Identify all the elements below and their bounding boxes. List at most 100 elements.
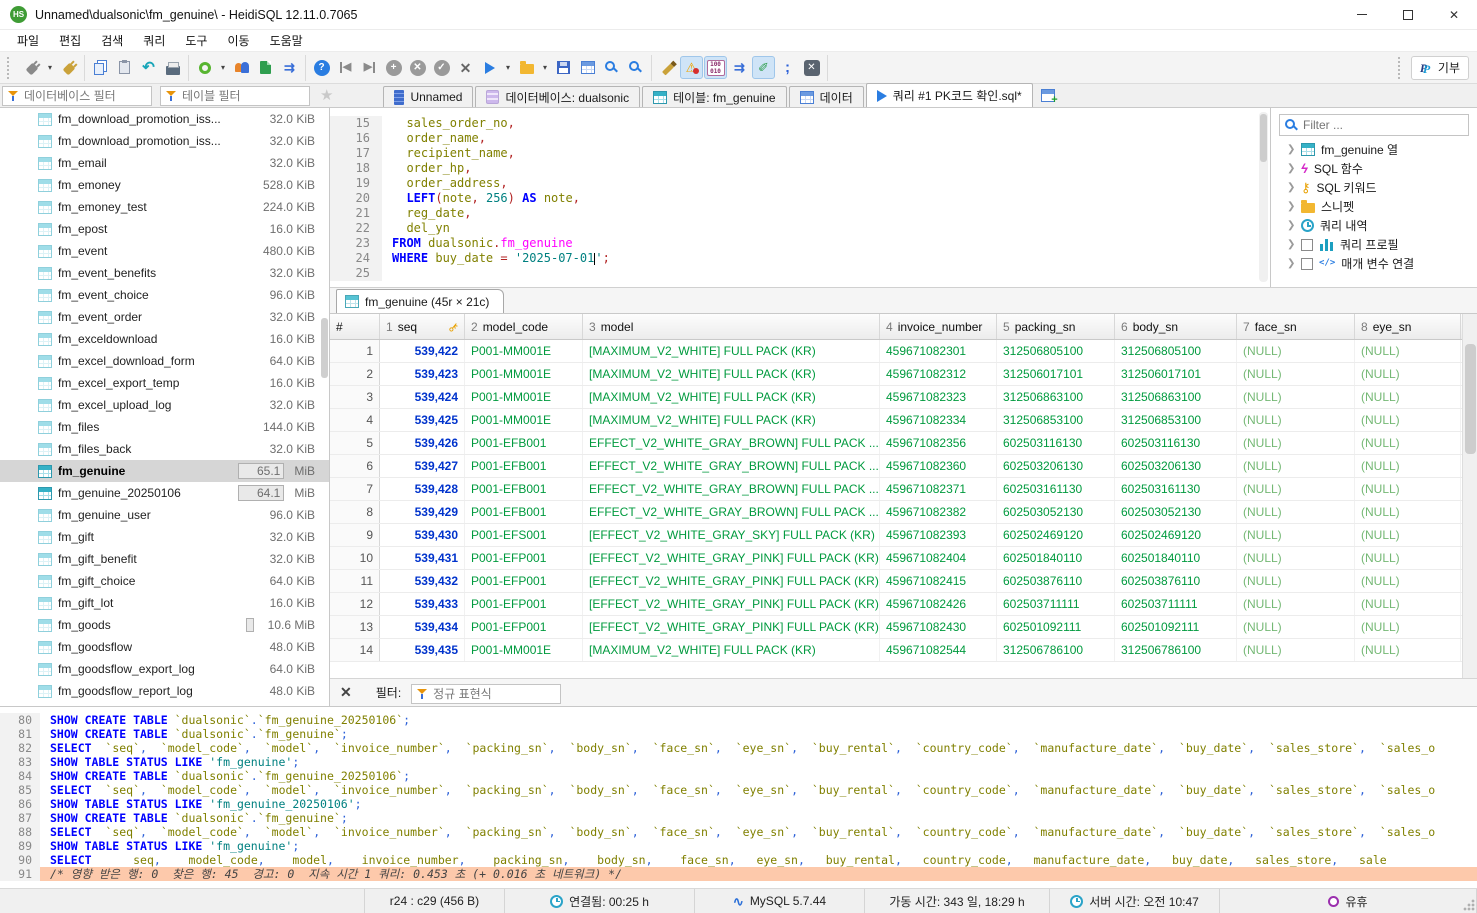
grid-cell-face_sn[interactable]: (NULL) bbox=[1237, 409, 1355, 431]
grid-cell-invoice_number[interactable]: 459671082371 bbox=[880, 478, 997, 500]
helper-item-쿼리 프로필[interactable]: ❯쿼리 프로필 bbox=[1271, 235, 1477, 254]
chevron-right-icon[interactable]: ❯ bbox=[1287, 220, 1295, 231]
grid-cell-packing_sn[interactable]: 602502469120 bbox=[997, 524, 1115, 546]
grid-cell-seq[interactable]: 539,435 bbox=[380, 639, 465, 661]
sql-editor[interactable]: 15 sales_order_no,16 order_name,17 recip… bbox=[330, 108, 1270, 287]
data-transfer-button[interactable]: ⇉ bbox=[278, 56, 301, 79]
table-row[interactable]: fm_excel_download_form64.0 KiB bbox=[0, 350, 329, 372]
grid-cell-packing_sn[interactable]: 602503116130 bbox=[997, 432, 1115, 454]
grid-cell-packing_sn[interactable]: 602503711111 bbox=[997, 593, 1115, 615]
grid-cell-packing_sn[interactable]: 312506853100 bbox=[997, 409, 1115, 431]
grid-cell-#[interactable]: 9 bbox=[330, 524, 380, 546]
grid-cell-#[interactable]: 14 bbox=[330, 639, 380, 661]
column-header-model_code[interactable]: 2model_code bbox=[465, 314, 583, 339]
table-row[interactable]: fm_goodsflow_report_log48.0 KiB bbox=[0, 680, 329, 702]
grid-cell-invoice_number[interactable]: 459671082544 bbox=[880, 639, 997, 661]
log-line[interactable]: 86SHOW TABLE STATUS LIKE 'fm_genuine_202… bbox=[0, 797, 1477, 811]
table-row[interactable]: fm_gift32.0 KiB bbox=[0, 526, 329, 548]
grid-cell-eye_sn[interactable]: (NULL) bbox=[1355, 593, 1461, 615]
grid-cell-face_sn[interactable]: (NULL) bbox=[1237, 639, 1355, 661]
grid-cell-invoice_number[interactable]: 459671082382 bbox=[880, 501, 997, 523]
grid-cell-model[interactable]: [EFFECT_V2_WHITE_GRAY_PINK] FULL PACK (K… bbox=[583, 570, 880, 592]
semicolon-button[interactable]: ; bbox=[776, 56, 799, 79]
log-filter-field[interactable] bbox=[411, 684, 561, 704]
column-header-#[interactable]: # bbox=[330, 314, 380, 339]
grid-cell-model_code[interactable]: P001-MM001E bbox=[465, 340, 583, 362]
tab-데이터[interactable]: 데이터 bbox=[789, 86, 864, 107]
chevron-right-icon[interactable]: ❯ bbox=[1287, 182, 1295, 193]
binary-as-text-button[interactable]: 100010 bbox=[704, 56, 727, 79]
grid-cell-eye_sn[interactable]: (NULL) bbox=[1355, 409, 1461, 431]
save-as-button[interactable] bbox=[576, 56, 599, 79]
grid-cell-eye_sn[interactable]: (NULL) bbox=[1355, 524, 1461, 546]
grid-cell-invoice_number[interactable]: 459671082312 bbox=[880, 363, 997, 385]
grid-cell-#[interactable]: 13 bbox=[330, 616, 380, 638]
grid-cell-seq[interactable]: 539,423 bbox=[380, 363, 465, 385]
table-row[interactable]: fm_gift_choice64.0 KiB bbox=[0, 570, 329, 592]
grid-cell-eye_sn[interactable]: (NULL) bbox=[1355, 340, 1461, 362]
log-line[interactable]: 80SHOW CREATE TABLE `dualsonic`.`fm_genu… bbox=[0, 713, 1477, 727]
column-header-face_sn[interactable]: 7face_sn bbox=[1237, 314, 1355, 339]
stop-on-errors-button[interactable]: ⚠ bbox=[680, 56, 703, 79]
grid-cell-model_code[interactable]: P001-EFS001 bbox=[465, 524, 583, 546]
table-row[interactable]: fm_epost16.0 KiB bbox=[0, 218, 329, 240]
run-query-button[interactable] bbox=[478, 56, 501, 79]
grid-cell-packing_sn[interactable]: 602503161130 bbox=[997, 478, 1115, 500]
editor-scrollbar[interactable] bbox=[1259, 112, 1268, 282]
helper-item-매개 변수 연결[interactable]: ❯</>매개 변수 연결 bbox=[1271, 254, 1477, 273]
database-filter-input[interactable] bbox=[24, 89, 146, 103]
chevron-right-icon[interactable]: ❯ bbox=[1287, 201, 1295, 212]
grid-cell-packing_sn[interactable]: 602503052130 bbox=[997, 501, 1115, 523]
help-button[interactable]: ? bbox=[310, 56, 333, 79]
menu-item-검색[interactable]: 검색 bbox=[92, 30, 132, 51]
grid-cell-model[interactable]: [MAXIMUM_V2_WHITE] FULL PACK (KR) bbox=[583, 363, 880, 385]
grid-cell-#[interactable]: 2 bbox=[330, 363, 380, 385]
table-row[interactable]: fm_event480.0 KiB bbox=[0, 240, 329, 262]
sidebar-scrollbar[interactable] bbox=[321, 318, 328, 378]
editor-line[interactable]: 24WHERE buy_date = '2025-07-01'; bbox=[330, 251, 1270, 266]
grid-cell-#[interactable]: 6 bbox=[330, 455, 380, 477]
editor-line[interactable]: 22 del_yn bbox=[330, 221, 1270, 236]
replace-button[interactable] bbox=[624, 56, 647, 79]
checkbox[interactable] bbox=[1301, 258, 1313, 270]
close-query-tab-button[interactable]: ✕ bbox=[800, 56, 823, 79]
close-button[interactable]: ✕ bbox=[1431, 0, 1477, 30]
grid-cell-eye_sn[interactable]: (NULL) bbox=[1355, 386, 1461, 408]
editor-line[interactable]: 17 recipient_name, bbox=[330, 146, 1270, 161]
go-first-row-button[interactable]: ◀ bbox=[334, 56, 357, 79]
grid-cell-model[interactable]: EFFECT_V2_WHITE_GRAY_BROWN] FULL PACK ..… bbox=[583, 501, 880, 523]
grid-cell-eye_sn[interactable]: (NULL) bbox=[1355, 363, 1461, 385]
post-changes-button[interactable]: ✓ bbox=[430, 56, 453, 79]
grid-cell-invoice_number[interactable]: 459671082356 bbox=[880, 432, 997, 454]
chevron-right-icon[interactable]: ❯ bbox=[1287, 258, 1295, 269]
maximize-button[interactable] bbox=[1385, 0, 1431, 30]
grid-scrollbar[interactable] bbox=[1462, 314, 1477, 679]
log-line[interactable]: 84SHOW CREATE TABLE `dualsonic`.`fm_genu… bbox=[0, 769, 1477, 783]
save-button[interactable] bbox=[552, 56, 575, 79]
column-header-model[interactable]: 3model bbox=[583, 314, 880, 339]
table-row[interactable]: fm_gift_benefit32.0 KiB bbox=[0, 548, 329, 570]
menu-item-이동[interactable]: 이동 bbox=[218, 30, 258, 51]
log-line[interactable]: 91/* 영향 받은 행: 0 찾은 행: 45 경고: 0 지속 시간 1 쿼… bbox=[0, 867, 1477, 881]
grid-cell-packing_sn[interactable]: 312506805100 bbox=[997, 340, 1115, 362]
grid-cell-model[interactable]: [EFFECT_V2_WHITE_GRAY_PINK] FULL PACK (K… bbox=[583, 593, 880, 615]
go-last-row-button[interactable]: ▶ bbox=[358, 56, 381, 79]
editor-line[interactable]: 19 order_address, bbox=[330, 176, 1270, 191]
log-line[interactable]: 89SHOW TABLE STATUS LIKE 'fm_genuine'; bbox=[0, 839, 1477, 853]
tab-쿼리 #1 PK코드 확인.sql*[interactable]: 쿼리 #1 PK코드 확인.sql* bbox=[866, 83, 1033, 107]
tab-Unnamed[interactable]: Unnamed bbox=[383, 86, 473, 107]
disconnect-button[interactable] bbox=[57, 56, 80, 79]
menu-item-파일[interactable]: 파일 bbox=[8, 30, 48, 51]
grid-cell-body_sn[interactable]: 602501092111 bbox=[1115, 616, 1237, 638]
grid-cell-seq[interactable]: 539,434 bbox=[380, 616, 465, 638]
grid-cell-body_sn[interactable]: 602501840110 bbox=[1115, 547, 1237, 569]
grid-cell-invoice_number[interactable]: 459671082360 bbox=[880, 455, 997, 477]
helpers-filter[interactable] bbox=[1279, 114, 1469, 136]
grid-cell-eye_sn[interactable]: (NULL) bbox=[1355, 501, 1461, 523]
log-line[interactable]: 87SHOW CREATE TABLE `dualsonic`.`fm_genu… bbox=[0, 811, 1477, 825]
chevron-right-icon[interactable]: ❯ bbox=[1287, 144, 1295, 155]
grid-cell-eye_sn[interactable]: (NULL) bbox=[1355, 432, 1461, 454]
grid-cell-invoice_number[interactable]: 459671082323 bbox=[880, 386, 997, 408]
grid-cell-invoice_number[interactable]: 459671082393 bbox=[880, 524, 997, 546]
grid-cell-seq[interactable]: 539,427 bbox=[380, 455, 465, 477]
